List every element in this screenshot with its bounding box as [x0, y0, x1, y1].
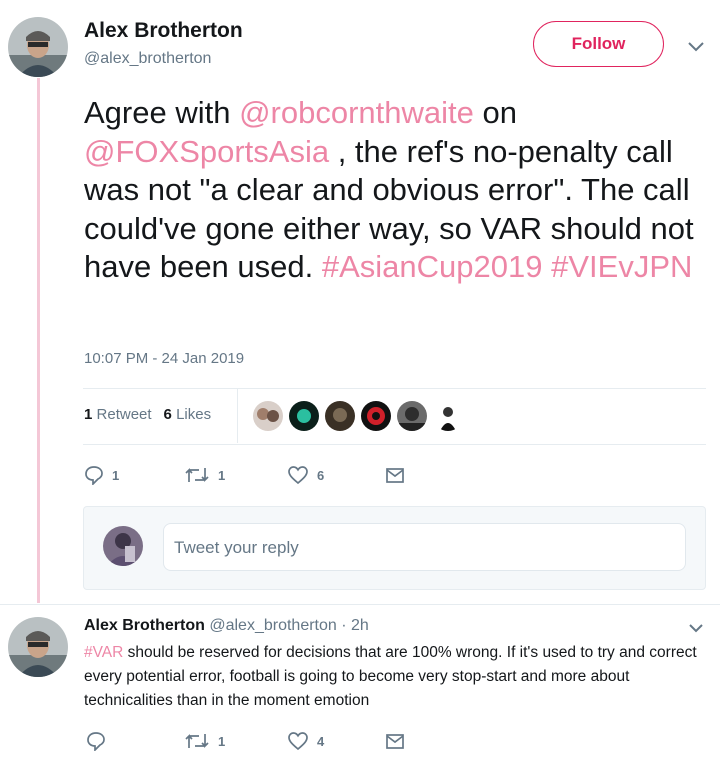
- heart-icon: [288, 466, 308, 485]
- reply-text: #VAR should be reserved for decisions th…: [84, 641, 704, 713]
- reply-action[interactable]: 1: [84, 465, 119, 485]
- retweet-action[interactable]: 1: [184, 465, 225, 485]
- hashtag-link[interactable]: #AsianCup2019: [322, 249, 543, 284]
- tweet-text-part: on: [473, 95, 518, 130]
- reply-icon: [87, 732, 105, 751]
- liker-avatar[interactable]: [253, 401, 283, 431]
- direct-message-action[interactable]: [385, 465, 405, 485]
- author-avatar[interactable]: [8, 17, 68, 77]
- divider: [83, 388, 706, 389]
- heart-icon: [288, 732, 308, 751]
- reply-count: 1: [112, 467, 120, 483]
- reply-icon: [85, 466, 103, 485]
- like-count: 4: [317, 733, 325, 749]
- author-name[interactable]: Alex Brotherton: [84, 19, 243, 43]
- tweet-timestamp[interactable]: 10:07 PM - 24 Jan 2019: [84, 350, 244, 367]
- user-avatar[interactable]: [103, 526, 143, 566]
- liker-avatar[interactable]: [325, 401, 355, 431]
- reply-author-avatar[interactable]: [8, 617, 68, 677]
- thread-line: [37, 78, 40, 603]
- mention-link[interactable]: @robcornthwaite: [239, 95, 474, 130]
- retweet-count: 1: [218, 467, 226, 483]
- hashtag-link[interactable]: #VIEvJPN: [551, 249, 692, 284]
- retweet-action[interactable]: 1: [184, 731, 225, 751]
- tweet-text: Agree with @robcornthwaite on @FOXSports…: [84, 94, 704, 287]
- mention-link[interactable]: @FOXSportsAsia: [84, 134, 329, 169]
- reply-time[interactable]: · 2h: [341, 617, 369, 634]
- stats-separator: [237, 389, 238, 443]
- retweet-icon: [185, 733, 209, 749]
- like-action[interactable]: 4: [287, 731, 324, 751]
- divider: [0, 604, 720, 605]
- liker-avatars: [253, 401, 463, 431]
- liker-avatar[interactable]: [397, 401, 427, 431]
- liker-avatar[interactable]: [361, 401, 391, 431]
- liker-avatar[interactable]: [289, 401, 319, 431]
- hashtag-link[interactable]: #VAR: [84, 644, 123, 661]
- reply-input[interactable]: Tweet your reply: [163, 523, 686, 571]
- direct-message-action[interactable]: [385, 731, 405, 751]
- liker-avatar[interactable]: [433, 401, 463, 431]
- envelope-icon: [386, 468, 404, 483]
- reply-action[interactable]: [86, 731, 114, 751]
- like-count: 6: [317, 467, 325, 483]
- chevron-down-icon[interactable]: [688, 622, 704, 634]
- chevron-down-icon[interactable]: [686, 40, 706, 54]
- retweet-count: 1: [218, 733, 226, 749]
- author-handle[interactable]: @alex_brotherton: [84, 50, 211, 68]
- like-action[interactable]: 6: [287, 465, 324, 485]
- reply-text-body: should be reserved for decisions that ar…: [84, 644, 697, 709]
- divider: [83, 444, 706, 445]
- retweet-stat[interactable]: 1 Retweet: [84, 406, 152, 423]
- tweet-text-part: Agree with: [84, 95, 240, 130]
- tweet-text-part: [542, 249, 551, 284]
- retweet-icon: [185, 467, 209, 483]
- tweet-stats: 1 Retweet 6 Likes: [84, 406, 211, 423]
- follow-button[interactable]: Follow: [533, 21, 664, 67]
- like-stat[interactable]: 6 Likes: [164, 406, 212, 423]
- envelope-icon: [386, 734, 404, 749]
- reply-header: Alex Brotherton @alex_brotherton · 2h: [84, 617, 369, 635]
- reply-author-handle[interactable]: @alex_brotherton: [209, 617, 336, 634]
- reply-author-name[interactable]: Alex Brotherton: [84, 617, 205, 634]
